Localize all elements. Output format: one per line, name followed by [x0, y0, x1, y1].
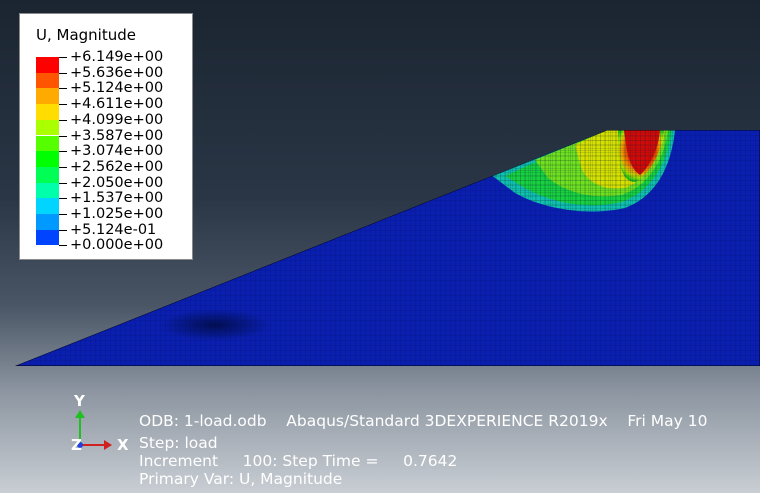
legend-tick: [59, 57, 67, 58]
primary-var-info-line: Primary Var: U, Magnitude: [139, 470, 343, 488]
contour-legend: U, Magnitude +6.149e+00 +5.636e+00 +5.124e…: [19, 13, 193, 260]
legend-color-swatch: [36, 135, 59, 152]
legend-value-label: +5.124e+00: [70, 80, 164, 97]
legend-tick: [59, 166, 67, 168]
legend-color-swatch: [36, 214, 59, 230]
legend-value-label: +1.025e+00: [70, 206, 164, 222]
legend-color-swatch: [36, 57, 59, 73]
legend-value-label: +1.537e+00: [70, 190, 164, 207]
legend-value-label: +5.124e-01: [70, 221, 157, 238]
legend-value-label: +3.074e+00: [70, 143, 164, 160]
legend-color-swatch: [36, 151, 59, 167]
legend-color-swatch: [36, 104, 59, 120]
legend-value-label: +5.636e+00: [70, 64, 164, 81]
legend-title: U, Magnitude: [36, 26, 136, 44]
axis-triad: Y X Z: [66, 390, 136, 460]
legend-color-swatch: [36, 119, 59, 136]
increment-info-line: Increment 100: Step Time = 0.7642: [139, 452, 458, 470]
legend-color-swatch: [36, 88, 59, 105]
odb-info-line: ODB: 1-load.odb Abaqus/Standard 3DEXPERI…: [139, 412, 708, 430]
legend-tick: [59, 198, 67, 200]
triad-x-label: X: [117, 436, 129, 454]
legend-tick: [59, 245, 67, 247]
legend-tick: [59, 182, 67, 184]
legend-tick: [59, 151, 67, 153]
legend-tick: [59, 104, 67, 106]
legend-tick: [59, 119, 67, 121]
step-info-line: Step: load: [139, 434, 218, 452]
legend-tick: [59, 135, 67, 137]
triad-z-label: Z: [71, 436, 82, 454]
legend-tick: [59, 214, 67, 215]
legend-value-label: +2.562e+00: [70, 158, 164, 175]
legend-color-swatch: [36, 166, 59, 183]
legend-color-swatch: [36, 229, 59, 246]
legend-tick: [59, 229, 67, 231]
legend-value-label: +4.099e+00: [70, 111, 164, 128]
legend-tick: [59, 88, 67, 90]
legend-value-label: +3.587e+00: [70, 127, 164, 144]
legend-value-label: +0.000e+00: [70, 237, 164, 254]
legend-color-swatch: [36, 198, 59, 214]
triad-y-label: Y: [74, 392, 85, 410]
legend-tick: [59, 72, 67, 74]
legend-value-label: +6.149e+00: [70, 49, 164, 65]
legend-color-swatch: [36, 182, 59, 199]
legend-color-swatch: [36, 72, 59, 89]
legend-value-label: +4.611e+00: [70, 96, 164, 113]
legend-value-label: +2.050e+00: [70, 174, 164, 191]
